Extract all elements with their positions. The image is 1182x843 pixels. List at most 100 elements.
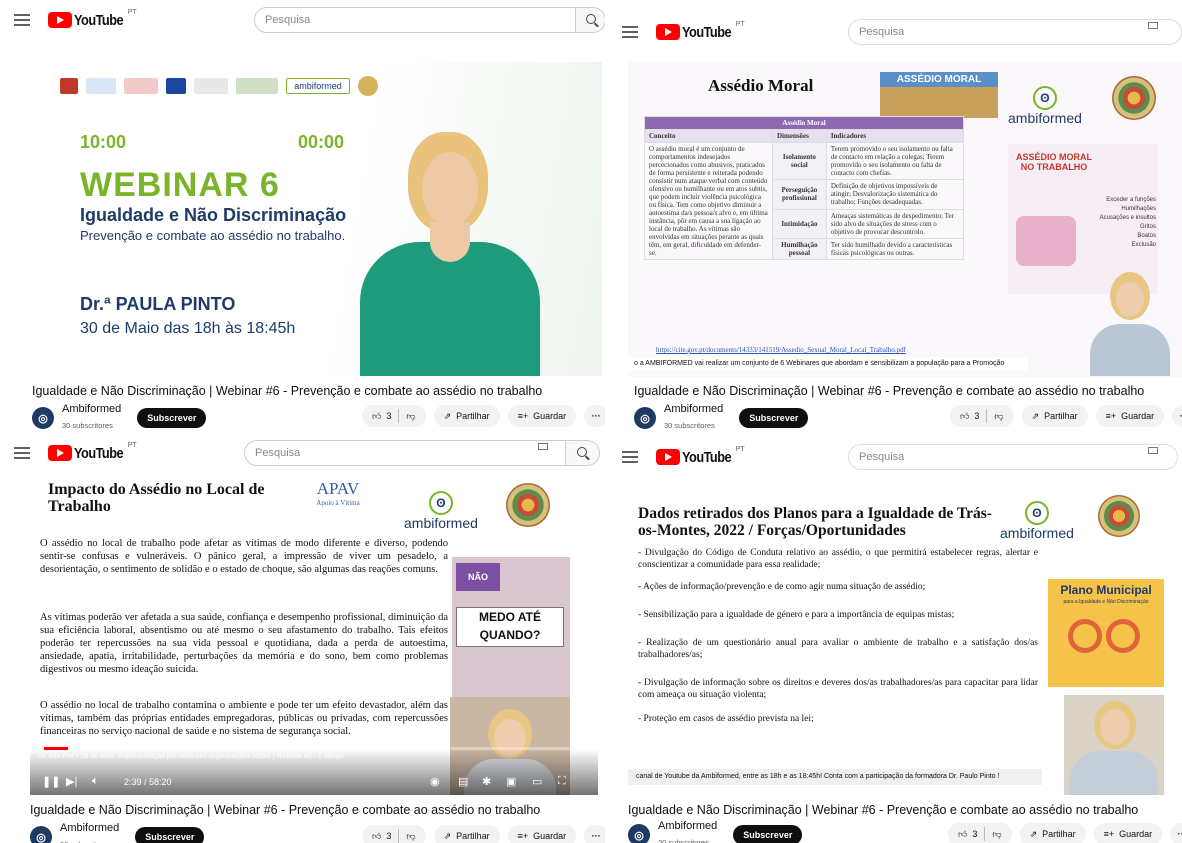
keyboard-icon[interactable] (538, 443, 548, 450)
channel-name[interactable]: Ambiformed (60, 822, 119, 835)
search-input[interactable]: Pesquisa (848, 19, 1182, 45)
search-input[interactable]: Pesquisa (244, 440, 566, 466)
assedio-moral-table: Assédio Moral Conceito Dimensões Indicador… (644, 116, 965, 261)
paragraph-2: As vítimas poderão ver afetada a sua saú… (40, 612, 448, 675)
channel-name[interactable]: Ambiformed (658, 820, 717, 833)
poise-logo (86, 78, 116, 94)
slide-title: Dados retirados dos Planos para a Iguald… (638, 505, 992, 539)
share-button[interactable]: ⇗ Partilhar (433, 825, 500, 843)
bullet-3: - Sensibilização para a igualdade de gén… (638, 610, 955, 620)
save-button[interactable]: ≡+ Guardar (507, 405, 577, 427)
save-button[interactable]: ≡+ Guardar (507, 825, 577, 843)
subscribe-button[interactable]: Subscrever (733, 825, 803, 843)
keyboard-icon[interactable] (1148, 447, 1158, 454)
portugal-2020-logo (124, 78, 158, 94)
ambiformed-logo: ʘ ambiformed (1000, 501, 1074, 541)
progress-bar[interactable] (44, 747, 584, 750)
theater-icon[interactable]: ▭ (532, 775, 542, 788)
video-player[interactable]: Dados retirados dos Planos para a Iguald… (628, 481, 1182, 796)
more-button[interactable]: ··· (1172, 405, 1182, 427)
video-player[interactable]: Impacto do Assédio no Local de Trabalho … (30, 473, 598, 795)
thumbs-down-icon[interactable]: 👎︎ (992, 829, 1001, 840)
fullscreen-icon[interactable]: ⛶ (558, 775, 566, 788)
action-bar: 👍︎ 3 👎︎ ⇗Partilhar ≡+Guardar ··· (362, 825, 605, 843)
like-count: 3 (386, 831, 392, 841)
channel-row: ◎ Ambiformed 30 subscritores Subscrever (628, 820, 803, 843)
menu-icon[interactable] (622, 26, 638, 38)
video-player[interactable]: ambiformed 10:00 00:00 WEBINAR 6 Igualda… (30, 62, 602, 376)
video-player[interactable]: Assédio Moral ASSÉDIO MORAL ʘ ambiformed… (628, 62, 1182, 377)
overlay-caption: Dr. Elis Pint • 26 de Abril: Representaç… (38, 753, 344, 760)
mosaic-logo (1112, 76, 1156, 120)
thumbs-down-icon[interactable]: 👎︎ (994, 411, 1003, 422)
more-button[interactable]: ··· (1170, 823, 1182, 843)
search-button[interactable] (576, 7, 605, 33)
subscribe-button[interactable]: Subscrever (135, 827, 205, 843)
youtube-play-icon (656, 449, 680, 465)
channel-avatar[interactable]: ◎ (30, 826, 52, 843)
cig-logo (60, 78, 78, 94)
subscribe-button[interactable]: Subscrever (137, 408, 207, 429)
thumbs-down-icon[interactable]: 👎︎ (406, 411, 415, 422)
subscriber-count: 30 subscritores (62, 420, 113, 430)
presenter-webcam (1064, 695, 1164, 795)
share-button[interactable]: ⇗ Partilhar (1019, 823, 1086, 843)
autoplay-toggle[interactable]: ◉ (430, 775, 440, 788)
channel-avatar[interactable]: ◎ (32, 407, 54, 430)
like-dislike-pill[interactable]: 👍︎ 3 👎︎ (950, 405, 1014, 427)
republica-logo (194, 78, 228, 94)
next-icon[interactable]: ▶| (66, 775, 77, 788)
miniplayer-icon[interactable]: ▣ (506, 775, 516, 788)
share-button[interactable]: ⇗ Partilhar (1021, 405, 1088, 427)
slide-title: Assédio Moral (708, 76, 814, 95)
settings-icon[interactable]: ✱ (482, 775, 491, 788)
thumbs-up-icon[interactable]: 👍︎ (372, 831, 381, 842)
bullet-4: - Realização de um questionário anual pa… (638, 638, 1038, 660)
subscriber-count: 30 subscritores (60, 840, 111, 843)
channel-name[interactable]: Ambiformed (62, 403, 121, 416)
subtitles-icon[interactable]: ▤ (458, 775, 468, 788)
like-dislike-pill[interactable]: 👍︎ 3 👎︎ (362, 825, 426, 843)
like-dislike-pill[interactable]: 👍︎ 3 👎︎ (362, 405, 426, 427)
like-dislike-pill[interactable]: 👍︎ 3 👎︎ (948, 823, 1012, 843)
source-link[interactable]: https://cite.gov.pt/documents/14333/1415… (656, 346, 906, 354)
share-button[interactable]: ⇗ Partilhar (433, 405, 500, 427)
search-input[interactable]: Pesquisa (848, 444, 1178, 470)
youtube-logo[interactable]: YouTube PT (48, 9, 137, 29)
volume-icon[interactable]: 🔈︎ (92, 775, 99, 788)
paragraph-1: O assédio no local de trabalho pode afet… (40, 538, 448, 575)
menu-icon[interactable] (14, 14, 30, 26)
youtube-logo[interactable]: YouTube PT (656, 21, 745, 41)
like-count: 3 (386, 411, 392, 421)
channel-avatar[interactable]: ◎ (634, 407, 656, 430)
video-title: Igualdade e Não Discriminação | Webinar … (30, 803, 541, 817)
subtopic-text: Prevenção e combate ao assédio no trabal… (80, 228, 346, 243)
save-button[interactable]: ≡+ Guardar (1093, 823, 1163, 843)
channel-name[interactable]: Ambiformed (664, 403, 723, 416)
search-button[interactable] (566, 440, 600, 466)
eu-flag-icon (166, 78, 186, 94)
ticker-text: o a AMBIFORMED vai realizar um conjunto … (628, 357, 1028, 371)
menu-icon[interactable] (622, 451, 638, 463)
youtube-logo[interactable]: YouTube PT (48, 442, 137, 462)
more-button[interactable]: ··· (584, 825, 605, 843)
more-button[interactable]: ··· (584, 405, 605, 427)
channel-avatar[interactable]: ◎ (628, 824, 650, 843)
action-bar: 👍︎ 3 👎︎ ⇗Partilhar ≡+Guardar ··· (948, 823, 1182, 843)
slide-title: Impacto do Assédio no Local de Trabalho (48, 481, 265, 515)
bullet-2: - Ações de informação/prevenção e de com… (638, 582, 926, 592)
search-input[interactable]: Pesquisa (254, 7, 576, 33)
youtube-logo[interactable]: YouTube PT (656, 446, 745, 466)
save-icon: ≡+ (1103, 829, 1115, 839)
thumbs-down-icon[interactable]: 👎︎ (406, 831, 415, 842)
menu-icon[interactable] (14, 447, 30, 459)
subscribe-button[interactable]: Subscrever (739, 408, 809, 429)
thumbs-up-icon[interactable]: 👍︎ (372, 411, 381, 422)
save-button[interactable]: ≡+ Guardar (1095, 405, 1165, 427)
thumbs-up-icon[interactable]: 👍︎ (958, 829, 967, 840)
speaker-name: Dr.ª PAULA PINTO (80, 294, 236, 314)
keyboard-icon[interactable] (1148, 22, 1158, 29)
end-time: 00:00 (298, 132, 345, 152)
pause-icon[interactable]: ❚❚ (42, 775, 60, 788)
thumbs-up-icon[interactable]: 👍︎ (960, 411, 969, 422)
